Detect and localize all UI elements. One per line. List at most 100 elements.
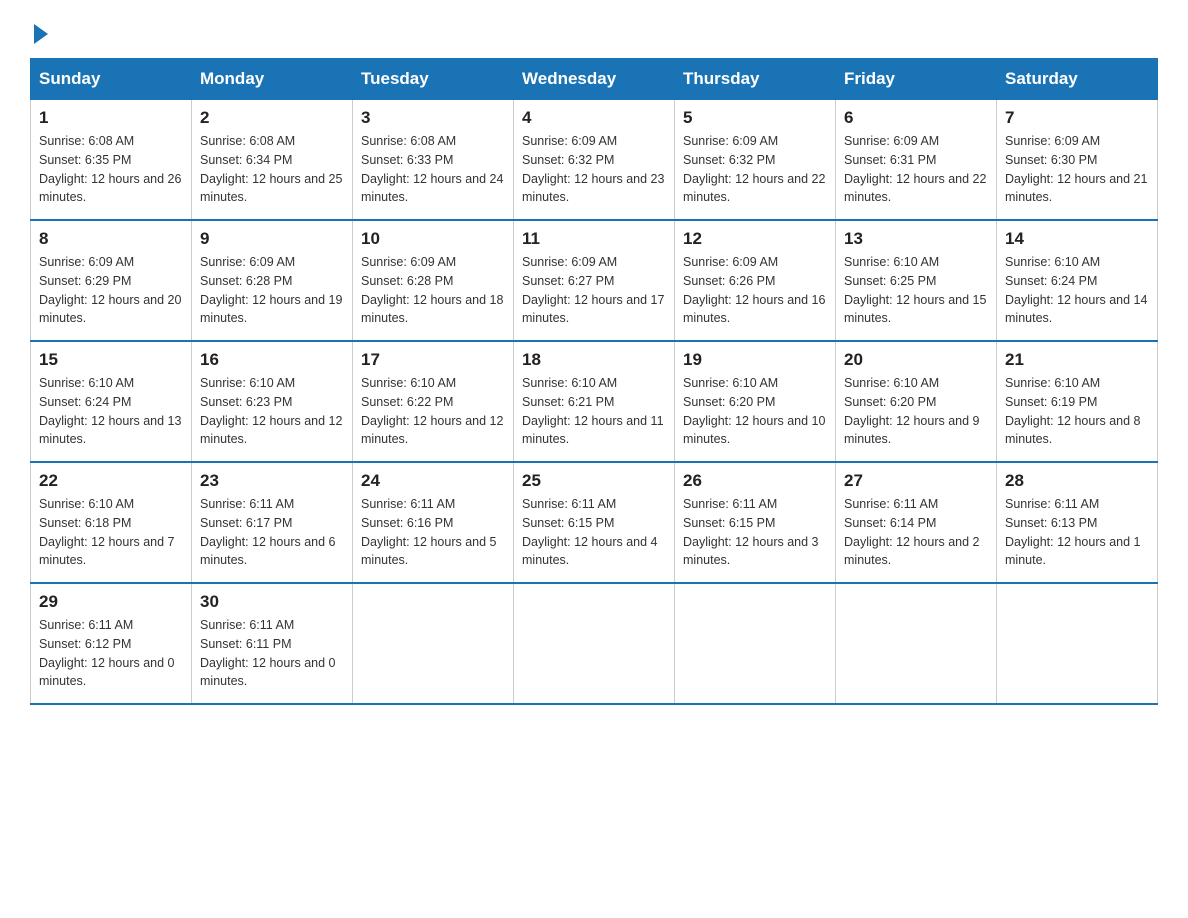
calendar-week-row: 15 Sunrise: 6:10 AM Sunset: 6:24 PM Dayl… xyxy=(31,341,1158,462)
calendar-day-cell: 18 Sunrise: 6:10 AM Sunset: 6:21 PM Dayl… xyxy=(514,341,675,462)
calendar-day-cell: 8 Sunrise: 6:09 AM Sunset: 6:29 PM Dayli… xyxy=(31,220,192,341)
day-info: Sunrise: 6:10 AM Sunset: 6:24 PM Dayligh… xyxy=(39,374,183,449)
day-info: Sunrise: 6:09 AM Sunset: 6:28 PM Dayligh… xyxy=(361,253,505,328)
day-info: Sunrise: 6:09 AM Sunset: 6:26 PM Dayligh… xyxy=(683,253,827,328)
calendar-day-cell: 19 Sunrise: 6:10 AM Sunset: 6:20 PM Dayl… xyxy=(675,341,836,462)
day-number: 25 xyxy=(522,471,666,491)
day-number: 6 xyxy=(844,108,988,128)
day-number: 19 xyxy=(683,350,827,370)
day-number: 11 xyxy=(522,229,666,249)
calendar-day-cell: 4 Sunrise: 6:09 AM Sunset: 6:32 PM Dayli… xyxy=(514,100,675,221)
day-info: Sunrise: 6:10 AM Sunset: 6:20 PM Dayligh… xyxy=(844,374,988,449)
calendar-day-cell: 21 Sunrise: 6:10 AM Sunset: 6:19 PM Dayl… xyxy=(997,341,1158,462)
calendar-day-cell: 11 Sunrise: 6:09 AM Sunset: 6:27 PM Dayl… xyxy=(514,220,675,341)
day-number: 14 xyxy=(1005,229,1149,249)
calendar-day-cell: 7 Sunrise: 6:09 AM Sunset: 6:30 PM Dayli… xyxy=(997,100,1158,221)
weekday-header-saturday: Saturday xyxy=(997,59,1158,100)
calendar-day-cell xyxy=(675,583,836,704)
calendar-day-cell: 26 Sunrise: 6:11 AM Sunset: 6:15 PM Dayl… xyxy=(675,462,836,583)
day-number: 27 xyxy=(844,471,988,491)
day-info: Sunrise: 6:10 AM Sunset: 6:24 PM Dayligh… xyxy=(1005,253,1149,328)
calendar-day-cell: 20 Sunrise: 6:10 AM Sunset: 6:20 PM Dayl… xyxy=(836,341,997,462)
day-number: 18 xyxy=(522,350,666,370)
calendar-day-cell: 9 Sunrise: 6:09 AM Sunset: 6:28 PM Dayli… xyxy=(192,220,353,341)
calendar-day-cell: 24 Sunrise: 6:11 AM Sunset: 6:16 PM Dayl… xyxy=(353,462,514,583)
day-number: 30 xyxy=(200,592,344,612)
calendar-day-cell: 30 Sunrise: 6:11 AM Sunset: 6:11 PM Dayl… xyxy=(192,583,353,704)
calendar-day-cell: 17 Sunrise: 6:10 AM Sunset: 6:22 PM Dayl… xyxy=(353,341,514,462)
day-number: 12 xyxy=(683,229,827,249)
calendar-day-cell: 23 Sunrise: 6:11 AM Sunset: 6:17 PM Dayl… xyxy=(192,462,353,583)
day-number: 26 xyxy=(683,471,827,491)
day-number: 4 xyxy=(522,108,666,128)
day-info: Sunrise: 6:11 AM Sunset: 6:17 PM Dayligh… xyxy=(200,495,344,570)
day-number: 24 xyxy=(361,471,505,491)
calendar-day-cell: 6 Sunrise: 6:09 AM Sunset: 6:31 PM Dayli… xyxy=(836,100,997,221)
logo xyxy=(30,20,48,40)
calendar-day-cell: 10 Sunrise: 6:09 AM Sunset: 6:28 PM Dayl… xyxy=(353,220,514,341)
day-number: 3 xyxy=(361,108,505,128)
calendar-day-cell: 16 Sunrise: 6:10 AM Sunset: 6:23 PM Dayl… xyxy=(192,341,353,462)
day-info: Sunrise: 6:11 AM Sunset: 6:15 PM Dayligh… xyxy=(683,495,827,570)
day-number: 2 xyxy=(200,108,344,128)
day-info: Sunrise: 6:08 AM Sunset: 6:34 PM Dayligh… xyxy=(200,132,344,207)
calendar-day-cell: 15 Sunrise: 6:10 AM Sunset: 6:24 PM Dayl… xyxy=(31,341,192,462)
calendar-week-row: 29 Sunrise: 6:11 AM Sunset: 6:12 PM Dayl… xyxy=(31,583,1158,704)
day-number: 17 xyxy=(361,350,505,370)
day-info: Sunrise: 6:11 AM Sunset: 6:16 PM Dayligh… xyxy=(361,495,505,570)
day-info: Sunrise: 6:10 AM Sunset: 6:25 PM Dayligh… xyxy=(844,253,988,328)
day-info: Sunrise: 6:11 AM Sunset: 6:11 PM Dayligh… xyxy=(200,616,344,691)
weekday-header-wednesday: Wednesday xyxy=(514,59,675,100)
calendar-day-cell xyxy=(997,583,1158,704)
day-number: 10 xyxy=(361,229,505,249)
day-info: Sunrise: 6:11 AM Sunset: 6:12 PM Dayligh… xyxy=(39,616,183,691)
day-number: 5 xyxy=(683,108,827,128)
day-info: Sunrise: 6:08 AM Sunset: 6:35 PM Dayligh… xyxy=(39,132,183,207)
calendar-day-cell: 2 Sunrise: 6:08 AM Sunset: 6:34 PM Dayli… xyxy=(192,100,353,221)
calendar-day-cell: 14 Sunrise: 6:10 AM Sunset: 6:24 PM Dayl… xyxy=(997,220,1158,341)
day-info: Sunrise: 6:09 AM Sunset: 6:31 PM Dayligh… xyxy=(844,132,988,207)
day-info: Sunrise: 6:11 AM Sunset: 6:15 PM Dayligh… xyxy=(522,495,666,570)
day-number: 22 xyxy=(39,471,183,491)
day-info: Sunrise: 6:09 AM Sunset: 6:29 PM Dayligh… xyxy=(39,253,183,328)
calendar-day-cell: 25 Sunrise: 6:11 AM Sunset: 6:15 PM Dayl… xyxy=(514,462,675,583)
calendar-day-cell: 13 Sunrise: 6:10 AM Sunset: 6:25 PM Dayl… xyxy=(836,220,997,341)
day-info: Sunrise: 6:10 AM Sunset: 6:21 PM Dayligh… xyxy=(522,374,666,449)
weekday-header-row: SundayMondayTuesdayWednesdayThursdayFrid… xyxy=(31,59,1158,100)
logo-arrow-icon xyxy=(34,24,48,44)
day-info: Sunrise: 6:09 AM Sunset: 6:27 PM Dayligh… xyxy=(522,253,666,328)
calendar-week-row: 22 Sunrise: 6:10 AM Sunset: 6:18 PM Dayl… xyxy=(31,462,1158,583)
calendar-day-cell xyxy=(836,583,997,704)
day-number: 13 xyxy=(844,229,988,249)
weekday-header-tuesday: Tuesday xyxy=(353,59,514,100)
weekday-header-thursday: Thursday xyxy=(675,59,836,100)
day-info: Sunrise: 6:10 AM Sunset: 6:20 PM Dayligh… xyxy=(683,374,827,449)
day-number: 9 xyxy=(200,229,344,249)
day-info: Sunrise: 6:11 AM Sunset: 6:14 PM Dayligh… xyxy=(844,495,988,570)
day-info: Sunrise: 6:11 AM Sunset: 6:13 PM Dayligh… xyxy=(1005,495,1149,570)
calendar-day-cell xyxy=(514,583,675,704)
day-info: Sunrise: 6:10 AM Sunset: 6:23 PM Dayligh… xyxy=(200,374,344,449)
day-info: Sunrise: 6:10 AM Sunset: 6:22 PM Dayligh… xyxy=(361,374,505,449)
weekday-header-friday: Friday xyxy=(836,59,997,100)
day-number: 1 xyxy=(39,108,183,128)
weekday-header-sunday: Sunday xyxy=(31,59,192,100)
day-number: 8 xyxy=(39,229,183,249)
header xyxy=(30,20,1158,40)
day-number: 29 xyxy=(39,592,183,612)
day-info: Sunrise: 6:10 AM Sunset: 6:19 PM Dayligh… xyxy=(1005,374,1149,449)
weekday-header-monday: Monday xyxy=(192,59,353,100)
day-info: Sunrise: 6:09 AM Sunset: 6:32 PM Dayligh… xyxy=(522,132,666,207)
calendar-day-cell: 12 Sunrise: 6:09 AM Sunset: 6:26 PM Dayl… xyxy=(675,220,836,341)
calendar-week-row: 1 Sunrise: 6:08 AM Sunset: 6:35 PM Dayli… xyxy=(31,100,1158,221)
day-info: Sunrise: 6:09 AM Sunset: 6:32 PM Dayligh… xyxy=(683,132,827,207)
day-info: Sunrise: 6:08 AM Sunset: 6:33 PM Dayligh… xyxy=(361,132,505,207)
calendar-day-cell: 1 Sunrise: 6:08 AM Sunset: 6:35 PM Dayli… xyxy=(31,100,192,221)
day-number: 21 xyxy=(1005,350,1149,370)
day-info: Sunrise: 6:09 AM Sunset: 6:30 PM Dayligh… xyxy=(1005,132,1149,207)
day-number: 7 xyxy=(1005,108,1149,128)
calendar-day-cell: 22 Sunrise: 6:10 AM Sunset: 6:18 PM Dayl… xyxy=(31,462,192,583)
day-number: 20 xyxy=(844,350,988,370)
calendar-week-row: 8 Sunrise: 6:09 AM Sunset: 6:29 PM Dayli… xyxy=(31,220,1158,341)
day-number: 23 xyxy=(200,471,344,491)
